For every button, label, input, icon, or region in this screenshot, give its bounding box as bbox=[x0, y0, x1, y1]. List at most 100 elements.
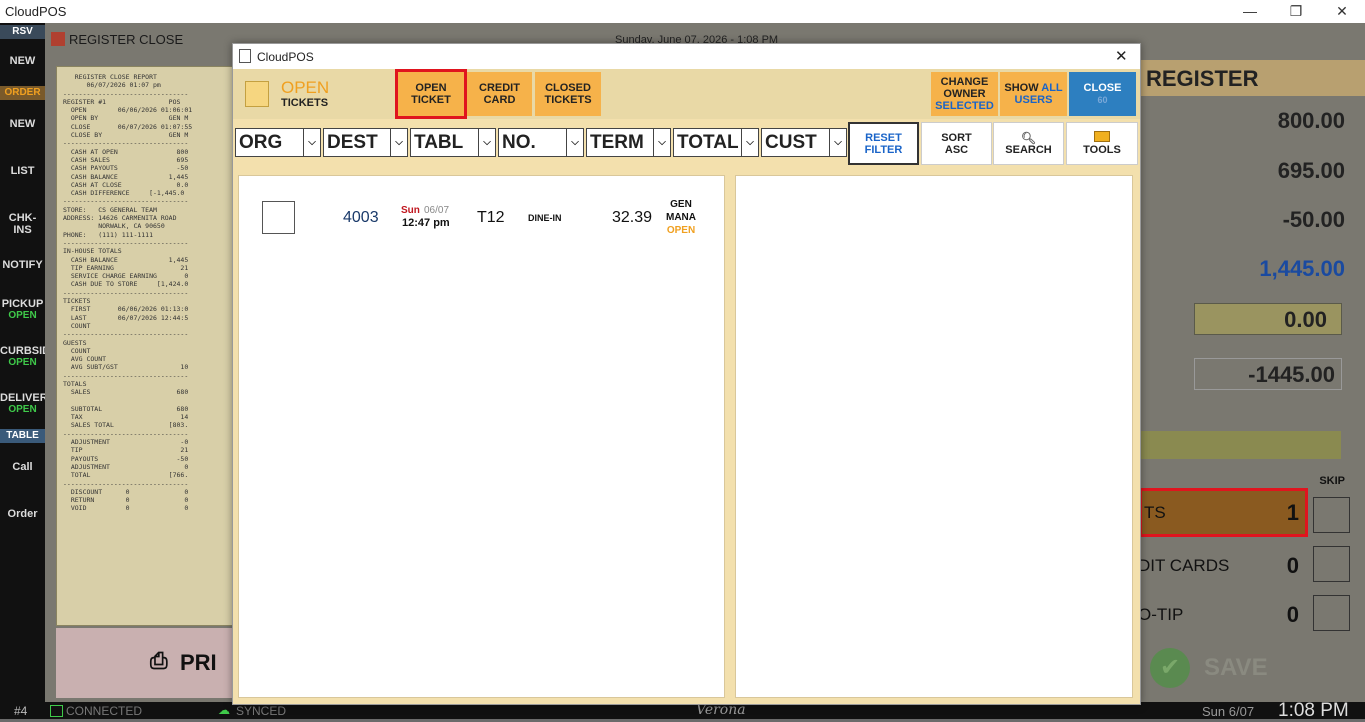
show-all-users-line1: SHOW ALL bbox=[1004, 82, 1062, 94]
tab-credit-card-line2: CARD bbox=[483, 94, 516, 106]
tab-closed-tickets-line2: TICKETS bbox=[544, 94, 592, 106]
sort-line2: ASC bbox=[944, 143, 969, 156]
tools-button[interactable]: TOOLS bbox=[1066, 122, 1138, 165]
ticket-row[interactable]: 4003 Sun 06/07 12:47 pm T12 DINE-IN 32.3… bbox=[239, 188, 724, 248]
tab-open-ticket[interactable]: OPEN TICKET bbox=[395, 69, 467, 119]
tickets-row-label: TS bbox=[1144, 503, 1166, 522]
chevron-down-icon: ⌵ bbox=[829, 129, 846, 156]
minimize-button[interactable]: — bbox=[1227, 0, 1273, 23]
printer-icon: ⎙ bbox=[150, 648, 168, 673]
tickets-row-count: 1 bbox=[1286, 500, 1299, 525]
nav-delivery[interactable]: DELIVER OPEN bbox=[0, 392, 48, 415]
register-close-report: REGISTER CLOSE REPORT 06/07/2026 01:07 p… bbox=[56, 66, 234, 626]
change-owner-line3: SELECTED bbox=[935, 100, 994, 112]
dialog-title: CloudPOS bbox=[257, 50, 314, 64]
connected-status: CONNECTED bbox=[66, 704, 143, 718]
status-date: Sun 6/07 bbox=[1202, 704, 1255, 719]
sort-line1: SORT bbox=[941, 131, 972, 144]
register-icon bbox=[51, 32, 65, 46]
ticket-total: 32.39 bbox=[612, 209, 653, 226]
filter-table[interactable]: TABL ⌵ bbox=[410, 128, 496, 157]
cash-payouts-value: -50.00 bbox=[1282, 207, 1345, 232]
print-label: PRI bbox=[180, 650, 217, 675]
filter-customer-label: CUST bbox=[765, 132, 817, 153]
all-label: ALL bbox=[1041, 82, 1063, 94]
chevron-down-icon: ⌵ bbox=[653, 129, 670, 156]
notepad-icon bbox=[245, 81, 269, 107]
tickets-dialog: CloudPOS ✕ OPEN TICKETS OPEN TICKET CRED… bbox=[232, 43, 1141, 705]
ticket-status-title: OPEN bbox=[281, 78, 330, 97]
nav-pickup[interactable]: PICKUP OPEN bbox=[0, 298, 45, 321]
restore-button[interactable]: ❐ bbox=[1273, 0, 1319, 23]
show-all-users-button[interactable]: SHOW ALL USERS bbox=[1000, 72, 1067, 116]
filter-total[interactable]: TOTAL ⌵ bbox=[673, 128, 759, 157]
nav-call[interactable]: Call bbox=[0, 461, 45, 473]
save-label: SAVE bbox=[1204, 654, 1268, 681]
close-dialog-label: CLOSE bbox=[1083, 82, 1122, 94]
chevron-down-icon: ⌵ bbox=[390, 129, 407, 156]
sort-asc-button[interactable]: SORT ASC bbox=[921, 122, 992, 165]
filter-term-label: TERM bbox=[590, 132, 644, 153]
ticket-select-checkbox[interactable] bbox=[262, 201, 295, 234]
nav-list[interactable]: LIST bbox=[0, 165, 45, 177]
search-button[interactable]: 🔍︎ SEARCH bbox=[993, 122, 1064, 165]
cash-difference-value: -1445.00 bbox=[1248, 362, 1335, 387]
filter-customer[interactable]: CUST ⌵ bbox=[761, 128, 847, 157]
nav-order[interactable]: Order bbox=[0, 508, 45, 520]
skip-no-tip-checkbox[interactable] bbox=[1313, 595, 1350, 631]
nav-pickup-status: OPEN bbox=[8, 310, 37, 321]
credit-cards-row-label: DIT CARDS bbox=[1138, 556, 1230, 575]
filter-org[interactable]: ORG ⌵ bbox=[235, 128, 321, 157]
nav-curbside-label: CURBSID bbox=[0, 345, 51, 357]
connected-icon bbox=[50, 705, 63, 717]
chevron-down-icon: ⌵ bbox=[741, 129, 758, 156]
reset-filter-button[interactable]: RESET FILTER bbox=[848, 122, 919, 165]
show-all-users-line2: USERS bbox=[1014, 94, 1053, 106]
nav-curbside[interactable]: CURBSID OPEN bbox=[0, 345, 50, 368]
cash-difference-field: -1445.00 bbox=[1194, 358, 1342, 390]
register-summary: REGISTER 800.00 695.00 -50.00 1,445.00 0… bbox=[1138, 60, 1365, 702]
nav-header-table: TABLE bbox=[0, 429, 45, 443]
nav-rsv-new[interactable]: NEW bbox=[0, 55, 45, 67]
search-icon: 🔍︎ bbox=[1020, 130, 1037, 145]
dialog-close-x-icon[interactable]: ✕ bbox=[1115, 47, 1128, 65]
change-owner-line2: OWNER bbox=[943, 88, 986, 100]
change-owner-line1: CHANGE bbox=[940, 76, 989, 88]
filter-number[interactable]: NO. ⌵ bbox=[498, 128, 584, 157]
cash-at-close-field[interactable]: 0.00 bbox=[1194, 303, 1342, 335]
print-button[interactable]: ⎙ PRI bbox=[56, 628, 234, 698]
window-close-button[interactable]: ✕ bbox=[1319, 0, 1365, 23]
tab-credit-card[interactable]: CREDIT CARD bbox=[467, 72, 532, 116]
filter-dest[interactable]: DEST ⌵ bbox=[323, 128, 408, 157]
tickets-row[interactable]: TS 1 bbox=[1139, 488, 1308, 537]
nav-header-order: ORDER bbox=[0, 86, 45, 100]
filter-dest-label: DEST bbox=[327, 132, 378, 153]
ticket-time: 12:47 pm bbox=[402, 217, 450, 229]
skip-tickets-checkbox[interactable] bbox=[1313, 497, 1350, 533]
window-title: CloudPOS bbox=[5, 4, 67, 19]
tab-open-ticket-line1: OPEN bbox=[415, 82, 447, 94]
show-label: SHOW bbox=[1004, 82, 1039, 94]
nav-notify[interactable]: NOTIFY bbox=[0, 259, 45, 271]
filter-term[interactable]: TERM ⌵ bbox=[586, 128, 671, 157]
filter-bar: ORG ⌵ DEST ⌵ TABL ⌵ NO. ⌵ TERM ⌵ TOTAL ⌵ CUST ⌵… bbox=[233, 121, 1140, 167]
close-dialog-button[interactable]: CLOSE 60 bbox=[1069, 72, 1136, 116]
tab-closed-tickets[interactable]: CLOSED TICKETS bbox=[535, 72, 601, 116]
nav-check-ins[interactable]: CHK-INS bbox=[0, 212, 45, 236]
credit-cards-row-count: 0 bbox=[1286, 553, 1299, 578]
tab-open-ticket-line2: TICKET bbox=[411, 94, 451, 106]
filter-table-label: TABL bbox=[414, 132, 464, 153]
filter-number-label: NO. bbox=[502, 132, 536, 153]
chevron-down-icon: ⌵ bbox=[566, 129, 583, 156]
skip-credit-cards-checkbox[interactable] bbox=[1313, 546, 1350, 582]
no-tip-row[interactable]: O-TIP 0 bbox=[1138, 593, 1305, 636]
station-number: #4 bbox=[14, 704, 28, 718]
nav-order-new[interactable]: NEW bbox=[0, 118, 45, 130]
synced-status: SYNCED bbox=[236, 704, 287, 718]
save-button[interactable]: ✔ SAVE bbox=[1146, 642, 1346, 696]
ticket-status: OPEN bbox=[666, 225, 696, 236]
credit-cards-row[interactable]: DIT CARDS 0 bbox=[1138, 544, 1305, 587]
left-nav: RSV NEW ORDER NEW LIST CHK-INS NOTIFY PI… bbox=[0, 23, 50, 702]
change-owner-button[interactable]: CHANGE OWNER SELECTED bbox=[931, 72, 998, 116]
ticket-date: 06/07 bbox=[424, 205, 450, 216]
